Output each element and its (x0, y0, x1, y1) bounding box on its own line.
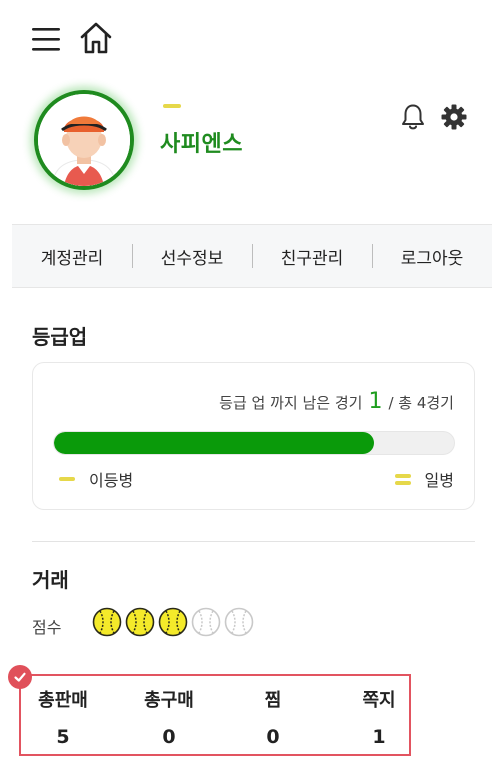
current-rank-label: 이등병 (89, 471, 134, 490)
grade-info-suffix: / 총 4경기 (388, 394, 454, 412)
stat-label: 총판매 (38, 690, 88, 711)
grade-card: 등급 업 까지 남은 경기 1 / 총 4경기 이등병 일병 (32, 362, 475, 510)
remaining-games: 1 (368, 389, 383, 414)
baseball-filled-icon (92, 607, 122, 637)
top-bar (0, 0, 492, 80)
stat-label: 찜 (264, 690, 282, 711)
current-rank: 이등병 (59, 467, 133, 491)
baseball-empty-icon (224, 607, 254, 637)
rank-mark (163, 104, 181, 108)
baseball-empty-icon (191, 607, 221, 637)
next-rank-label: 일병 (424, 471, 454, 490)
stat-label: 총구매 (144, 690, 194, 711)
private-first-class-rank-mark (394, 473, 411, 485)
trade-stats: 총판매 5 총구매 0 찜 0 쪽지 1 (19, 674, 411, 756)
stat-messages[interactable]: 쪽지 1 (339, 686, 419, 748)
score-baseball-rating (92, 607, 257, 637)
stat-wishlist[interactable]: 찜 0 (233, 686, 313, 748)
next-rank: 일병 (394, 467, 454, 491)
stat-value: 5 (56, 726, 70, 748)
grade-progress-bar (53, 431, 455, 455)
account-tab-bar: 계정관리 선수정보 친구관리 로그아웃 (12, 224, 492, 288)
baseball-filled-icon (158, 607, 188, 637)
private-rank-mark (59, 477, 75, 481)
grade-progress-text: 등급 업 까지 남은 경기 1 / 총 4경기 (219, 389, 454, 414)
tab-account[interactable]: 계정관리 (12, 244, 132, 269)
stat-label: 쪽지 (362, 690, 396, 711)
tab-player-info[interactable]: 선수정보 (132, 244, 252, 269)
user-name: 사피엔스 (160, 132, 243, 157)
stat-value: 1 (372, 726, 386, 748)
stat-value: 0 (162, 726, 176, 748)
trade-section-title: 거래 (32, 568, 69, 592)
gear-icon[interactable] (440, 103, 468, 131)
bell-icon[interactable] (398, 102, 428, 132)
avatar[interactable] (34, 90, 134, 190)
grade-info-prefix: 등급 업 까지 남은 경기 (219, 394, 363, 412)
home-icon[interactable] (78, 20, 114, 56)
section-divider (32, 541, 475, 542)
grade-progress-fill (54, 432, 374, 454)
stat-value: 0 (266, 726, 280, 748)
stat-total-sales[interactable]: 총판매 5 (23, 686, 103, 748)
hamburger-menu-icon[interactable] (30, 24, 64, 54)
stat-total-purchases[interactable]: 총구매 0 (129, 686, 209, 748)
score-label: 점수 (32, 618, 62, 637)
tab-logout[interactable]: 로그아웃 (372, 244, 492, 269)
tab-friends[interactable]: 친구관리 (252, 244, 372, 269)
grade-section-title: 등급업 (32, 325, 88, 349)
baseball-filled-icon (125, 607, 155, 637)
profile-header: 사피엔스 (0, 80, 492, 220)
check-icon (8, 665, 32, 689)
